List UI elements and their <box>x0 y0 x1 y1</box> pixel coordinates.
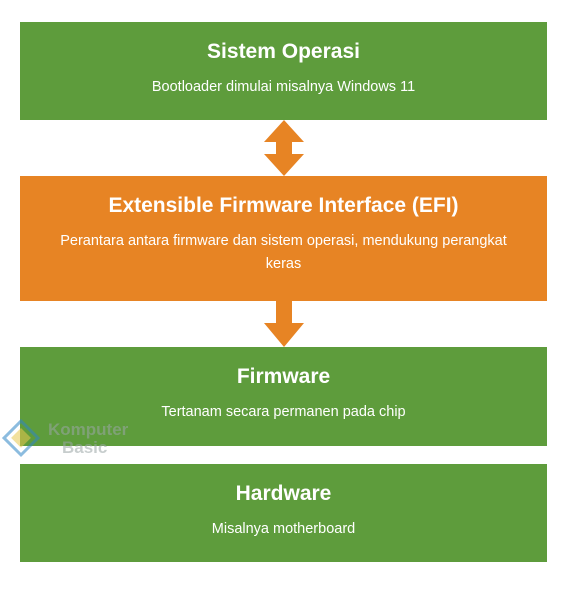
box-hardware: Hardware Misalnya motherboard <box>20 464 547 562</box>
arrow-efi-firmware <box>20 301 547 347</box>
arrow-os-efi <box>20 120 547 176</box>
box-hardware-desc: Misalnya motherboard <box>44 518 523 540</box>
box-efi-title: Extensible Firmware Interface (EFI) <box>44 194 523 218</box>
box-efi-desc: Perantara antara firmware dan sistem ope… <box>44 230 523 275</box>
down-arrow-icon <box>259 301 309 347</box>
box-os: Sistem Operasi Bootloader dimulai misaln… <box>20 22 547 120</box>
box-efi: Extensible Firmware Interface (EFI) Pera… <box>20 176 547 301</box>
box-firmware: Firmware Tertanam secara permanen pada c… <box>20 347 547 445</box>
box-hardware-title: Hardware <box>44 482 523 506</box>
double-arrow-icon <box>259 120 309 176</box>
box-os-desc: Bootloader dimulai misalnya Windows 11 <box>44 76 523 98</box>
box-firmware-desc: Tertanam secara permanen pada chip <box>44 401 523 423</box>
box-os-title: Sistem Operasi <box>44 40 523 64</box>
box-firmware-title: Firmware <box>44 365 523 389</box>
